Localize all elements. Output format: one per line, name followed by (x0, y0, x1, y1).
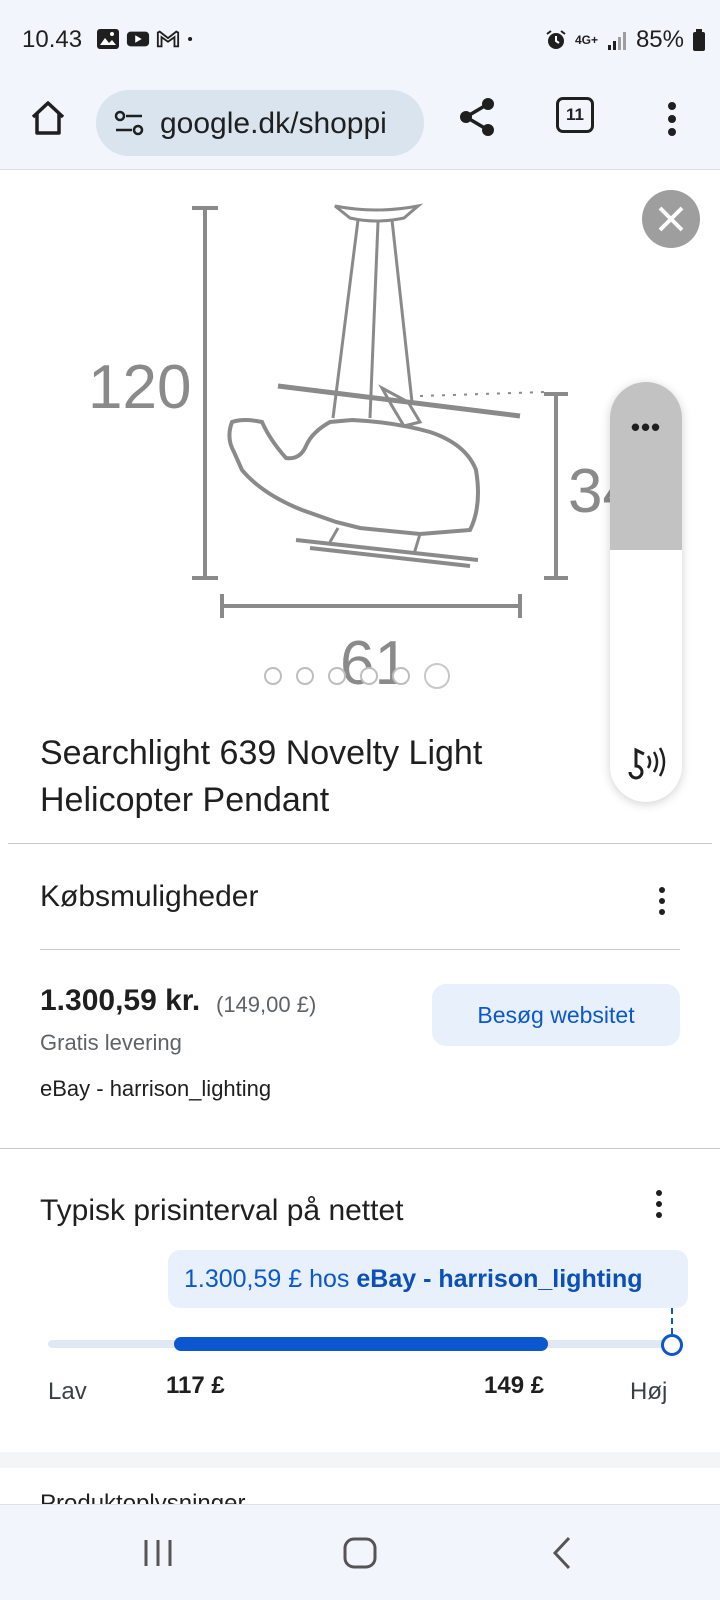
url-text[interactable]: google.dk/shoppi (160, 107, 387, 141)
range-high-value: 149 £ (484, 1372, 545, 1399)
range-low-value: 117 £ (166, 1372, 225, 1399)
offer-price: 1.300,59 kr. (40, 984, 201, 1017)
offers-more-button[interactable] (657, 887, 667, 915)
current-price-marker (661, 1334, 683, 1356)
site-settings-icon[interactable] (112, 110, 146, 136)
bubble-seller: eBay - harrison_lighting (356, 1264, 643, 1293)
section-gap (0, 1452, 720, 1468)
recents-icon (144, 1540, 172, 1566)
status-right: 4G+ 85% (545, 26, 706, 54)
price-range-more-button[interactable] (654, 1190, 664, 1218)
home-icon (31, 101, 65, 135)
visit-website-button[interactable]: Besøg websitet (432, 984, 680, 1046)
recent-apps-button[interactable] (128, 1525, 188, 1581)
floating-panel-header (610, 382, 682, 550)
network-type: 4G+ (574, 33, 598, 47)
notification-icons (96, 28, 200, 50)
system-nav-bar (0, 1504, 720, 1600)
home-square-icon (343, 1537, 377, 1569)
dimension-height-label: 120 (88, 353, 191, 422)
battery-percent: 85% (635, 26, 684, 53)
bubble-price: 1.300,59 £ hos (184, 1264, 350, 1293)
browser-menu-button[interactable] (652, 94, 692, 144)
price-marker-line (671, 1308, 673, 1334)
back-icon (552, 1536, 571, 1570)
current-price-bubble: 1.300,59 £ hos eBay - harrison_lighting (168, 1250, 688, 1308)
home-button[interactable] (24, 94, 72, 142)
divider (40, 949, 680, 950)
dot-icon (188, 36, 193, 42)
share-icon (460, 98, 494, 136)
range-low-label: Lav (48, 1378, 87, 1405)
back-button[interactable] (532, 1525, 592, 1581)
address-bar[interactable]: google.dk/shoppi (96, 90, 424, 156)
close-button[interactable] (642, 190, 700, 248)
carousel-indicator (264, 663, 450, 689)
product-title: Searchlight 639 Novelty Light Helicopter… (40, 734, 483, 819)
offer-delivery: Gratis levering (40, 1030, 182, 1055)
carousel-dot[interactable] (392, 667, 410, 685)
image-icon (97, 29, 119, 49)
offer-seller[interactable]: eBay - harrison_lighting (40, 1076, 271, 1102)
price-range-heading: Typisk prisinterval på nettet (40, 1194, 404, 1227)
gmail-icon (156, 30, 180, 48)
divider (8, 843, 712, 844)
carousel-dot[interactable] (328, 667, 346, 685)
divider (0, 1148, 720, 1149)
offer-price-alt: (149,00 £) (216, 992, 317, 1017)
browser-toolbar: google.dk/shoppi 11 (0, 78, 720, 170)
close-icon (658, 206, 684, 232)
signal-icon (607, 32, 626, 50)
range-high-label: Høj (630, 1378, 668, 1405)
carousel-dot-active[interactable] (424, 663, 450, 689)
battery-icon (693, 29, 705, 51)
status-bar: 10.43 4G+ 85% (0, 0, 720, 78)
carousel-dot[interactable] (296, 667, 314, 685)
typical-range-bar (174, 1337, 548, 1351)
floating-side-panel[interactable]: ••• (610, 382, 682, 802)
more-horiz-icon[interactable]: ••• (610, 412, 682, 443)
alarm-icon (546, 30, 566, 49)
more-vert-icon (668, 102, 676, 136)
tab-switcher-button[interactable]: 11 (556, 97, 594, 133)
share-button[interactable] (452, 92, 502, 142)
status-time: 10.43 (22, 26, 83, 53)
offers-heading: Købsmuligheder (40, 880, 259, 913)
youtube-icon (126, 31, 150, 47)
home-nav-button[interactable] (330, 1525, 390, 1581)
carousel-dot[interactable] (264, 667, 282, 685)
music-recognition-icon[interactable] (624, 742, 670, 782)
carousel-dot[interactable] (360, 667, 378, 685)
